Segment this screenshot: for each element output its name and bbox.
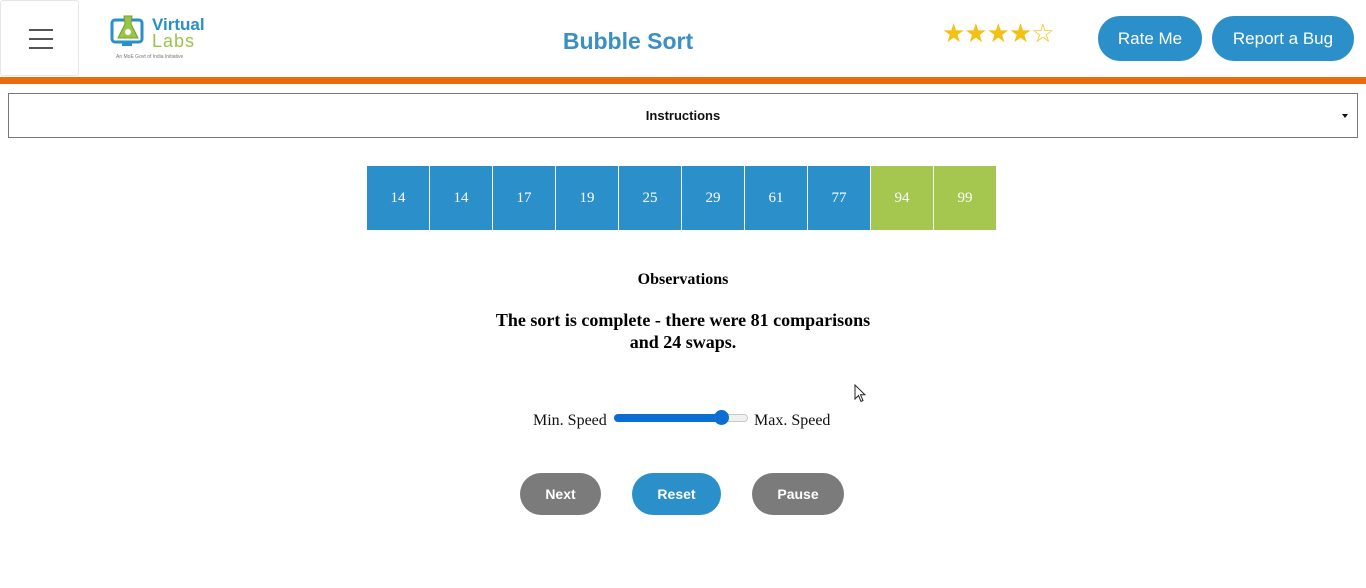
report-bug-button[interactable]: Report a Bug — [1212, 16, 1354, 61]
array-cell: 94 — [871, 166, 933, 230]
observations-line-1: The sort is complete - there were 81 com… — [495, 310, 871, 330]
pause-button[interactable]: Pause — [752, 473, 844, 515]
hamburger-line — [29, 38, 53, 40]
min-speed-label: Min. Speed — [533, 412, 607, 429]
observations-text: The sort is complete - there were 81 com… — [483, 309, 883, 353]
observations-line-2: and 24 swaps. — [629, 332, 737, 352]
instructions-label: Instructions — [645, 108, 721, 123]
header-divider — [0, 77, 1366, 84]
star-rating[interactable]: ★★★★☆ — [942, 18, 1055, 48]
array-cell: 17 — [493, 166, 555, 230]
logo-tagline: An MoE Govt of India Initiative — [116, 54, 184, 60]
instructions-dropdown[interactable]: Instructions — [8, 93, 1358, 138]
array-display: 14 14 17 19 25 29 61 77 94 99 — [367, 166, 997, 230]
star-empty-icon[interactable]: ☆ — [1031, 18, 1054, 48]
next-button[interactable]: Next — [520, 473, 601, 515]
reset-button[interactable]: Reset — [632, 473, 721, 515]
array-cell: 77 — [808, 166, 870, 230]
menu-button[interactable] — [0, 0, 79, 76]
speed-slider[interactable] — [614, 410, 748, 425]
header: Virtual Labs An MoE Govt of India Initia… — [0, 0, 1366, 77]
mouse-cursor-icon — [854, 384, 866, 403]
array-cell: 14 — [430, 166, 492, 230]
array-cell: 25 — [619, 166, 681, 230]
array-cell: 99 — [934, 166, 996, 230]
max-speed-label: Max. Speed — [754, 412, 831, 429]
caret-down-icon — [1342, 114, 1348, 118]
virtual-labs-logo[interactable]: Virtual Labs An MoE Govt of India Initia… — [110, 12, 205, 64]
rate-me-button[interactable]: Rate Me — [1098, 16, 1202, 61]
array-cell: 29 — [682, 166, 744, 230]
hamburger-icon — [29, 29, 53, 31]
array-cell: 14 — [367, 166, 429, 230]
logo-text-labs: Labs — [152, 31, 196, 51]
array-cell: 61 — [745, 166, 807, 230]
observations-title: Observations — [637, 271, 729, 288]
star-filled-icon[interactable]: ★★★★ — [942, 18, 1032, 48]
hamburger-line — [29, 47, 53, 49]
flask-monitor-icon — [110, 15, 144, 46]
page-title: Bubble Sort — [562, 28, 694, 54]
slider-fill — [614, 414, 723, 422]
array-cell: 19 — [556, 166, 618, 230]
slider-thumb[interactable] — [714, 410, 729, 425]
